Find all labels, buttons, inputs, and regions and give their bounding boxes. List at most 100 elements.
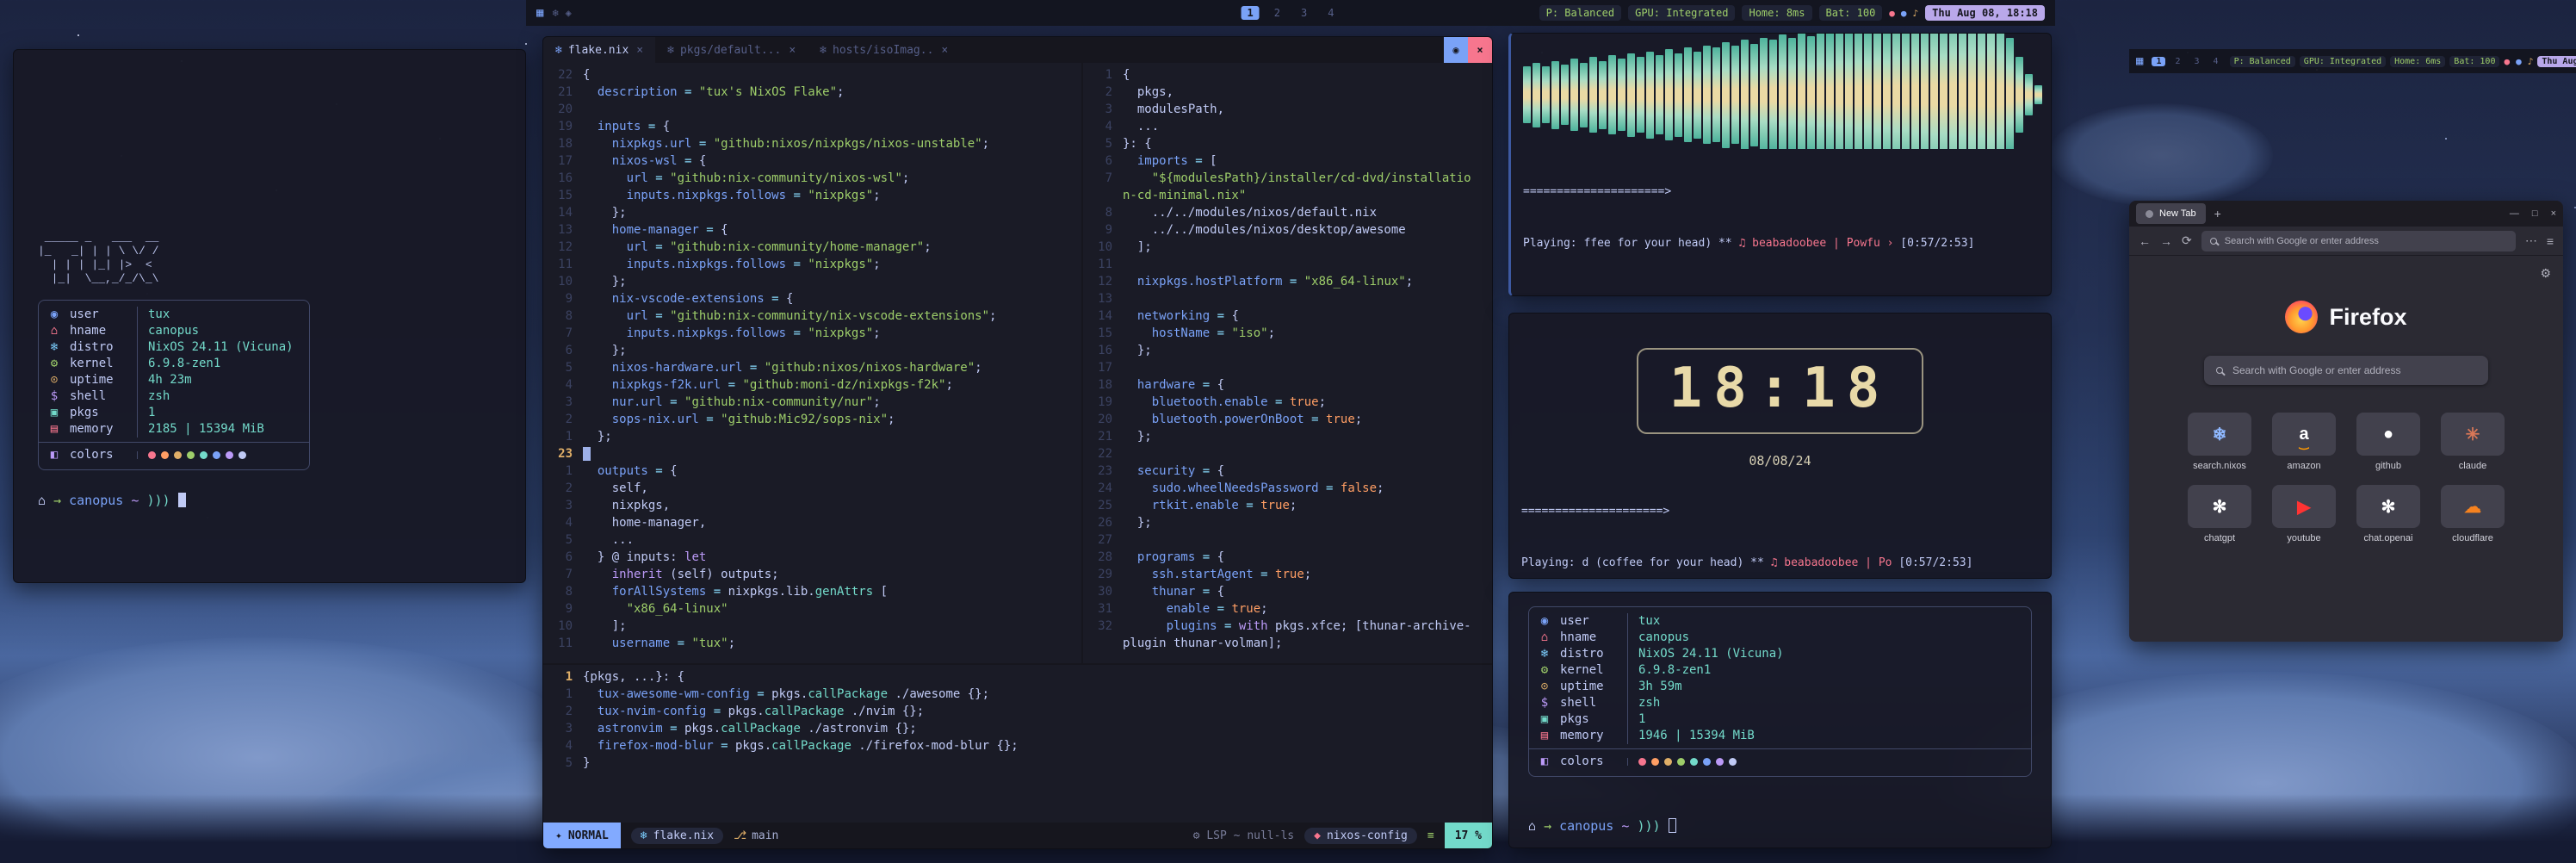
top-bar-main: ▦ ❄ ◈ 1234 P: BalancedGPU: IntegratedHom…: [526, 0, 2055, 26]
back-button[interactable]: ←: [2139, 234, 2151, 248]
gear-icon: ⚙: [1193, 829, 1200, 842]
firefox-navbar: ← → ⟳ Search with Google or enter addres…: [2129, 227, 2563, 256]
network-icon[interactable]: ●: [2516, 56, 2522, 67]
volume-icon[interactable]: ♪: [2528, 56, 2534, 67]
personalize-gear-icon[interactable]: ⚙: [2540, 266, 2551, 281]
fetch-row: ❄distroNixOS 24.11 (Vicuna): [1529, 646, 2031, 662]
network-icon[interactable]: ●: [1901, 8, 1907, 19]
shortcut-chatgpt[interactable]: ✻chatgpt: [2187, 485, 2252, 543]
code-line: 29 ssh.startAgent = true;: [1083, 566, 1492, 583]
shortcut-label: search.nixos: [2193, 461, 2246, 471]
shortcut-chat.openai[interactable]: ✻chat.openai: [2356, 485, 2421, 543]
code-line: 8 forAllSystems = nixpkgs.lib.genAttrs [: [543, 583, 1081, 600]
url-bar[interactable]: Search with Google or enter address: [2201, 231, 2516, 251]
record-icon[interactable]: ●: [2504, 56, 2510, 67]
kernel-icon: ⚙: [1529, 662, 1560, 679]
prompt-arrow-icon: →: [1544, 818, 1551, 834]
shortcut-youtube[interactable]: ▶youtube: [2271, 485, 2337, 543]
volume-icon[interactable]: ♪: [1913, 8, 1919, 19]
shortcut-cloudflare[interactable]: ☁cloudflare: [2440, 485, 2505, 543]
editor-tab[interactable]: ❄hosts/isoImag..×: [808, 37, 960, 63]
reload-button[interactable]: ⟳: [2182, 233, 2192, 248]
tab-close-icon[interactable]: ×: [636, 44, 643, 57]
cloudflare-icon: ☁: [2464, 496, 2481, 518]
firefox-window[interactable]: New Tab + — □ × ← → ⟳ Search with Google…: [2129, 201, 2563, 642]
code-line: 9 "x86_64-linux": [543, 600, 1081, 618]
firefox-logo-icon: [2285, 301, 2318, 333]
code-line: 3 nur.url = "github:nix-community/nur";: [543, 394, 1081, 411]
new-tab-button[interactable]: +: [2214, 207, 2221, 220]
shell-prompt[interactable]: ⌂ → canopus ~ ))): [38, 493, 501, 508]
terminal-cursor: [1669, 818, 1676, 833]
tag-1[interactable]: 1: [1242, 6, 1260, 20]
tag-3[interactable]: 3: [1295, 6, 1313, 20]
tag-4[interactable]: 4: [1322, 6, 1340, 20]
code-line: 21 };: [1083, 428, 1492, 445]
hamburger-menu-icon[interactable]: ≡: [2547, 234, 2554, 248]
tag-1[interactable]: 1: [2152, 57, 2165, 66]
shortcut-github[interactable]: ●github: [2356, 413, 2421, 471]
now-playing-line: Playing: d (coffee for your head) ** ♫ b…: [1521, 555, 2039, 572]
bar-clock[interactable]: Thu Aug 08, 18:18: [2537, 56, 2576, 67]
shell-prompt[interactable]: ⌂ → canopus ~ ))): [1528, 818, 2032, 834]
visualizer-window[interactable]: =====================> Playing: ffee for…: [1508, 33, 2052, 296]
code-line: 8 ../../modules/nixos/default.nix: [1083, 204, 1492, 221]
code-line: 16 url = "github:nix-community/nixos-wsl…: [543, 170, 1081, 187]
code-line: 3 modulesPath,: [1083, 101, 1492, 118]
repo-badge: ◆nixos-config: [1304, 828, 1417, 844]
now-playing: =====================> Playing: ffee for…: [1511, 149, 2051, 295]
bar-clock[interactable]: Thu Aug 08, 18:18: [1925, 5, 2045, 21]
code-line: 19 inputs = {: [543, 118, 1081, 135]
buffer-close-button[interactable]: ×: [1468, 37, 1492, 63]
minimize-button[interactable]: —: [2510, 208, 2519, 219]
overflow-menu-icon[interactable]: ⋯: [2525, 233, 2537, 248]
fetch-row: ▣pkgs1: [1529, 711, 2031, 728]
amazon-smile-icon: ‿: [2300, 437, 2308, 450]
fetch-row: ⚙kernel6.9.8-zen1: [1529, 662, 2031, 679]
code-line: 10 };: [543, 273, 1081, 290]
record-icon[interactable]: ●: [1889, 8, 1895, 19]
terminal-window-fetch[interactable]: _____ _ ___ __ |_ _| | | \ \/ / | | | |_…: [13, 49, 526, 583]
tag-2[interactable]: 2: [2170, 57, 2184, 66]
tab-close-icon[interactable]: ×: [789, 44, 796, 57]
tag-2[interactable]: 2: [1268, 6, 1286, 20]
close-button[interactable]: ×: [2551, 208, 2556, 219]
pane-pkgs-default-nix[interactable]: 1{pkgs, ...}: {1 tux-awesome-wm-config =…: [543, 663, 1492, 823]
kernel-icon: ⚙: [39, 356, 70, 372]
code-line: 6 imports = [: [1083, 152, 1492, 170]
status-modules: P: BalancedGPU: IntegratedHome: 6msBat: …: [2230, 56, 2500, 67]
menu-icon[interactable]: ▦: [536, 6, 543, 20]
apps-launcher-icon[interactable]: ◈: [566, 7, 572, 19]
shortcut-amazon[interactable]: a‿amazon: [2271, 413, 2337, 471]
tag-4[interactable]: 4: [2209, 57, 2223, 66]
git-branch: ⎇main: [734, 829, 778, 842]
buffer-toggle-button[interactable]: ◉: [1444, 37, 1468, 63]
editor-tab[interactable]: ❄flake.nix×: [543, 37, 655, 63]
shortcut-search.nixos[interactable]: ❄search.nixos: [2187, 413, 2252, 471]
menu-icon[interactable]: ▦: [2136, 54, 2143, 68]
forward-button[interactable]: →: [2160, 234, 2172, 248]
fetch-row: $shellzsh: [1529, 695, 2031, 711]
terminal-window-fetch-2[interactable]: ◉usertux⌂hnamecanopus❄distroNixOS 24.11 …: [1508, 592, 2052, 848]
memory-icon: ▤: [1529, 728, 1560, 744]
statusline-filename: ❄flake.nix: [631, 828, 723, 844]
pane-flake-nix[interactable]: 22{21 description = "tux's NixOS Flake";…: [543, 63, 1083, 663]
browser-tab[interactable]: New Tab: [2136, 203, 2206, 224]
editor-tab[interactable]: ❄pkgs/default...×: [655, 37, 808, 63]
git-branch-icon: ⎇: [734, 829, 746, 842]
newtab-search-field[interactable]: Search with Google or enter address: [2204, 356, 2488, 385]
clock-window[interactable]: 18:18 08/08/24 =====================> Pl…: [1508, 313, 2052, 579]
code-line: plugin thunar-volman];: [1083, 635, 1492, 652]
claude-icon: ✳: [2466, 424, 2480, 445]
tab-close-icon[interactable]: ×: [941, 44, 948, 57]
shortcut-claude[interactable]: ✳claude: [2440, 413, 2505, 471]
code-line: 5}: {: [1083, 135, 1492, 152]
code-line: 18 hardware = {: [1083, 376, 1492, 394]
maximize-button[interactable]: □: [2532, 208, 2538, 219]
fetch-row: ⌂hnamecanopus: [1529, 630, 2031, 646]
nix-launcher-icon[interactable]: ❄: [552, 7, 558, 19]
pane-iso-image-nix[interactable]: 1{2 pkgs,3 modulesPath,4 ...5}: {6 impor…: [1083, 63, 1492, 663]
tag-3[interactable]: 3: [2190, 57, 2204, 66]
editor-window[interactable]: ❄flake.nix×❄pkgs/default...×❄hosts/isoIm…: [542, 36, 1493, 849]
shortcut-label: youtube: [2287, 533, 2320, 543]
